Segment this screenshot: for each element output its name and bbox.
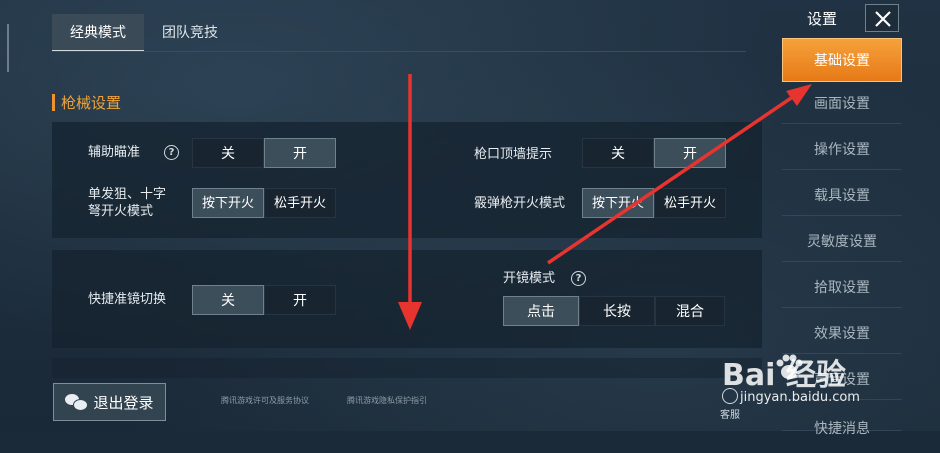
logout-button[interactable]: 退出登录 <box>53 383 166 421</box>
sidebar-item-pickup[interactable]: 拾取设置 <box>782 268 902 308</box>
aim-assist-on[interactable]: 开 <box>264 138 336 168</box>
aim-assist-toggle: 关 开 <box>192 138 336 168</box>
customer-service-label: 客服 <box>720 410 740 421</box>
terms-link[interactable]: 腾讯游戏许可及服务协议 <box>221 395 309 406</box>
headset-icon <box>722 388 738 404</box>
mode-tabs: 经典模式 团队竞技 <box>52 14 236 52</box>
shotgun-fire-press[interactable]: 按下开火 <box>582 188 654 218</box>
sidebar-item-effects[interactable]: 效果设置 <box>782 314 902 354</box>
customer-service-button[interactable]: 客服 <box>720 388 740 421</box>
sidebar-item-quick-message[interactable]: 快捷消息 <box>782 405 902 437</box>
settings-sidebar: 设置 基础设置 画面设置 操作设置 载具设置 灵敏度设置 拾取设置 效果设置 声… <box>782 0 902 437</box>
close-icon <box>875 11 891 27</box>
shotgun-fire-mode-toggle: 按下开火 松手开火 <box>582 188 726 218</box>
quick-scope-on[interactable]: 开 <box>264 285 336 315</box>
privacy-link[interactable]: 腾讯游戏隐私保护指引 <box>347 395 427 406</box>
next-card-partial <box>52 358 762 378</box>
muzzle-hint-label: 枪口顶墙提示 <box>474 147 553 162</box>
scope-mode-mixed[interactable]: 混合 <box>655 296 725 326</box>
muzzle-hint-toggle: 关 开 <box>582 138 726 168</box>
sidebar-item-sensitivity[interactable]: 灵敏度设置 <box>782 222 902 262</box>
help-icon[interactable]: ? <box>164 145 179 160</box>
scope-mode-label: 开镜模式 <box>503 271 556 286</box>
single-fire-label-line1: 单发狙、十字 <box>88 187 167 202</box>
single-fire-label-line2: 弩开火模式 <box>88 204 154 219</box>
tab-team-deathmatch[interactable]: 团队竞技 <box>144 14 236 52</box>
shotgun-fire-label: 霰弹枪开火模式 <box>474 196 566 211</box>
quick-scope-off[interactable]: 关 <box>192 285 264 315</box>
sidebar-item-graphics[interactable]: 画面设置 <box>782 84 902 124</box>
single-fire-press[interactable]: 按下开火 <box>192 188 264 218</box>
scope-mode-selector: 点击 长按 混合 <box>503 296 725 326</box>
muzzle-hint-off[interactable]: 关 <box>582 138 654 168</box>
single-fire-mode-toggle: 按下开火 松手开火 <box>192 188 336 218</box>
aim-assist-off[interactable]: 关 <box>192 138 264 168</box>
quick-scope-toggle: 关 开 <box>192 285 336 315</box>
section-title: 枪械设置 <box>61 93 122 112</box>
section-header: 枪械设置 <box>52 91 121 113</box>
sidebar-item-controls[interactable]: 操作设置 <box>782 130 902 170</box>
quick-scope-label: 快捷准镜切换 <box>88 292 167 307</box>
close-button[interactable] <box>865 4 899 32</box>
wechat-icon <box>65 394 89 411</box>
sidebar-item-vehicle[interactable]: 载具设置 <box>782 176 902 216</box>
left-edge-marker <box>7 24 9 72</box>
help-icon[interactable]: ? <box>571 271 586 286</box>
tabs-divider <box>52 51 746 52</box>
sidebar-item-sound[interactable]: 声音设置 <box>782 360 902 400</box>
sidebar-title: 设置 <box>807 10 838 28</box>
shotgun-fire-release[interactable]: 松手开火 <box>654 188 726 218</box>
tab-classic-mode[interactable]: 经典模式 <box>52 14 144 52</box>
scope-mode-tap[interactable]: 点击 <box>503 296 579 326</box>
sidebar-item-basic[interactable]: 基础设置 <box>782 38 902 82</box>
logout-label: 退出登录 <box>93 393 154 412</box>
scope-mode-hold[interactable]: 长按 <box>579 296 655 326</box>
section-accent-bar <box>52 93 55 111</box>
single-fire-release[interactable]: 松手开火 <box>264 188 336 218</box>
aim-assist-label: 辅助瞄准 <box>88 145 141 160</box>
muzzle-hint-on[interactable]: 开 <box>654 138 726 168</box>
